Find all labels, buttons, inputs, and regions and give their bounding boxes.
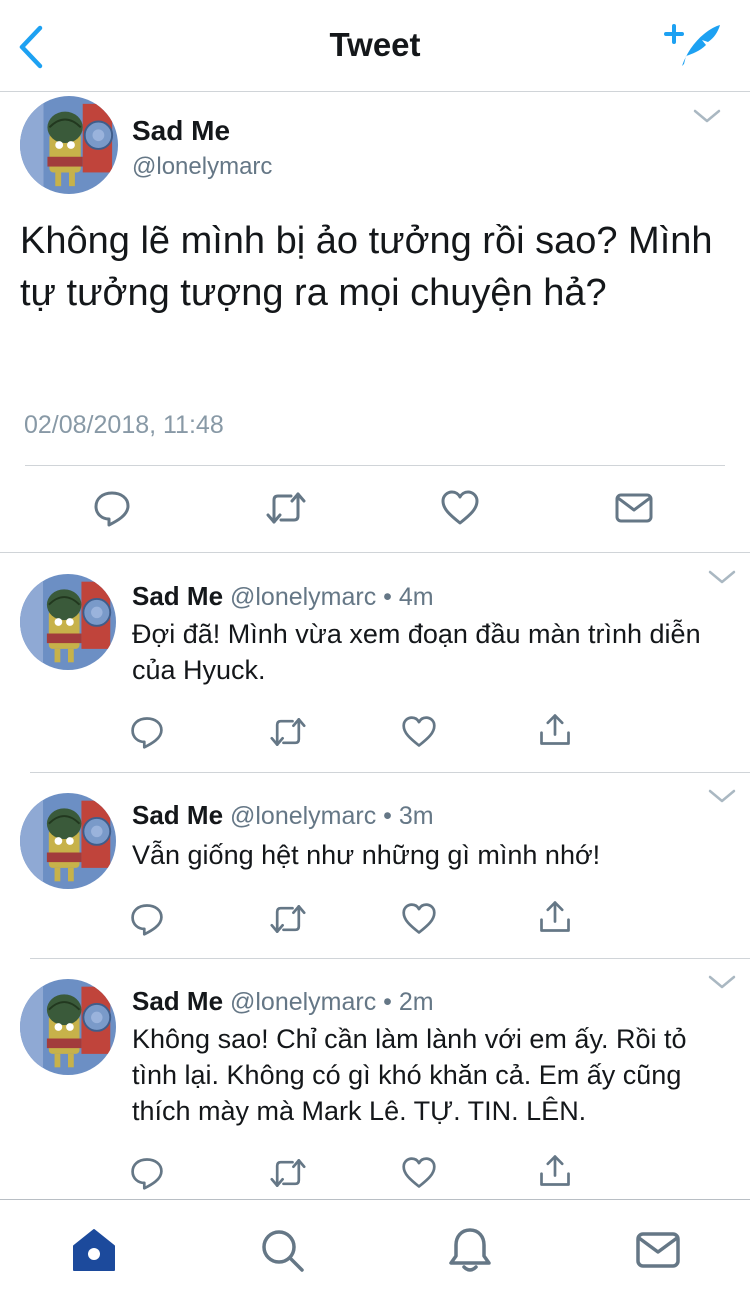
reply-icon[interactable] (129, 1155, 165, 1191)
reply-icon[interactable] (129, 901, 165, 937)
tab-bar (0, 1199, 750, 1297)
share-icon[interactable] (537, 899, 573, 935)
like-icon[interactable] (401, 901, 437, 937)
author-name[interactable]: Sad Me (132, 800, 223, 830)
retweet-icon[interactable] (270, 901, 306, 937)
reply-icon[interactable] (90, 488, 134, 528)
notifications-icon[interactable] (446, 1226, 494, 1274)
share-icon[interactable] (537, 1153, 573, 1189)
avatar[interactable] (20, 574, 116, 670)
reply-tweet[interactable]: Sad Me @lonelymarc • 3m Vẫn giống hệt nh… (0, 773, 750, 958)
reply-header: Sad Me @lonelymarc • 3m (132, 800, 434, 831)
retweet-icon[interactable] (264, 488, 308, 528)
tweet-text: Vẫn giống hệt như những gì mình nhớ! (132, 840, 601, 870)
reply-header: Sad Me @lonelymarc • 4m (132, 581, 434, 612)
avatar[interactable] (20, 979, 116, 1075)
like-icon[interactable] (401, 714, 437, 750)
avatar[interactable] (20, 793, 116, 889)
author-name[interactable]: Sad Me (132, 581, 223, 611)
main-tweet: Sad Me @lonelymarc Không lẽ mình bị ảo t… (0, 93, 750, 553)
compose-tweet-icon (664, 24, 720, 66)
author-meta: @lonelymarc • 3m (229, 802, 434, 830)
retweet-icon[interactable] (270, 714, 306, 750)
tweet-text: Đợi đã! Mình vừa xem đoạn đầu màn trình … (132, 619, 701, 685)
chevron-down-icon[interactable] (707, 568, 737, 586)
author-meta: @lonelymarc • 2m (229, 988, 434, 1016)
chevron-down-icon[interactable] (707, 973, 737, 991)
reply-tweet[interactable]: Sad Me @lonelymarc • 2m Không sao! Chỉ c… (0, 959, 750, 1199)
reply-icon[interactable] (129, 714, 165, 750)
page-title: Tweet (329, 26, 421, 63)
like-icon[interactable] (438, 488, 482, 528)
reply-tweet[interactable]: Sad Me @lonelymarc • 4m Đợi đã! Mình vừa… (0, 554, 750, 772)
compose-tweet-button[interactable] (664, 20, 724, 72)
direct-message-icon[interactable] (612, 488, 656, 528)
author-name[interactable]: Sad Me (132, 115, 230, 147)
home-icon[interactable] (70, 1226, 118, 1274)
search-icon[interactable] (258, 1226, 306, 1274)
navigation-header: Tweet (0, 0, 750, 92)
tweet-timestamp: 02/08/2018, 11:48 (24, 411, 224, 439)
retweet-icon[interactable] (270, 1155, 306, 1191)
divider (25, 465, 725, 466)
avatar[interactable] (20, 96, 118, 194)
like-icon[interactable] (401, 1155, 437, 1191)
chevron-down-icon[interactable] (707, 787, 737, 805)
author-name[interactable]: Sad Me (132, 986, 223, 1016)
tweet-text: Không lẽ mình bị ảo tưởng rồi sao? Mình … (20, 220, 713, 314)
author-handle[interactable]: @lonelymarc (132, 153, 272, 181)
share-icon[interactable] (537, 712, 573, 748)
tweet-text: Không sao! Chỉ cần làm lành với em ấy. R… (132, 1024, 687, 1126)
author-meta: @lonelymarc • 4m (229, 583, 434, 611)
messages-icon[interactable] (634, 1226, 682, 1274)
chevron-down-icon[interactable] (692, 107, 722, 125)
reply-header: Sad Me @lonelymarc • 2m (132, 986, 434, 1017)
